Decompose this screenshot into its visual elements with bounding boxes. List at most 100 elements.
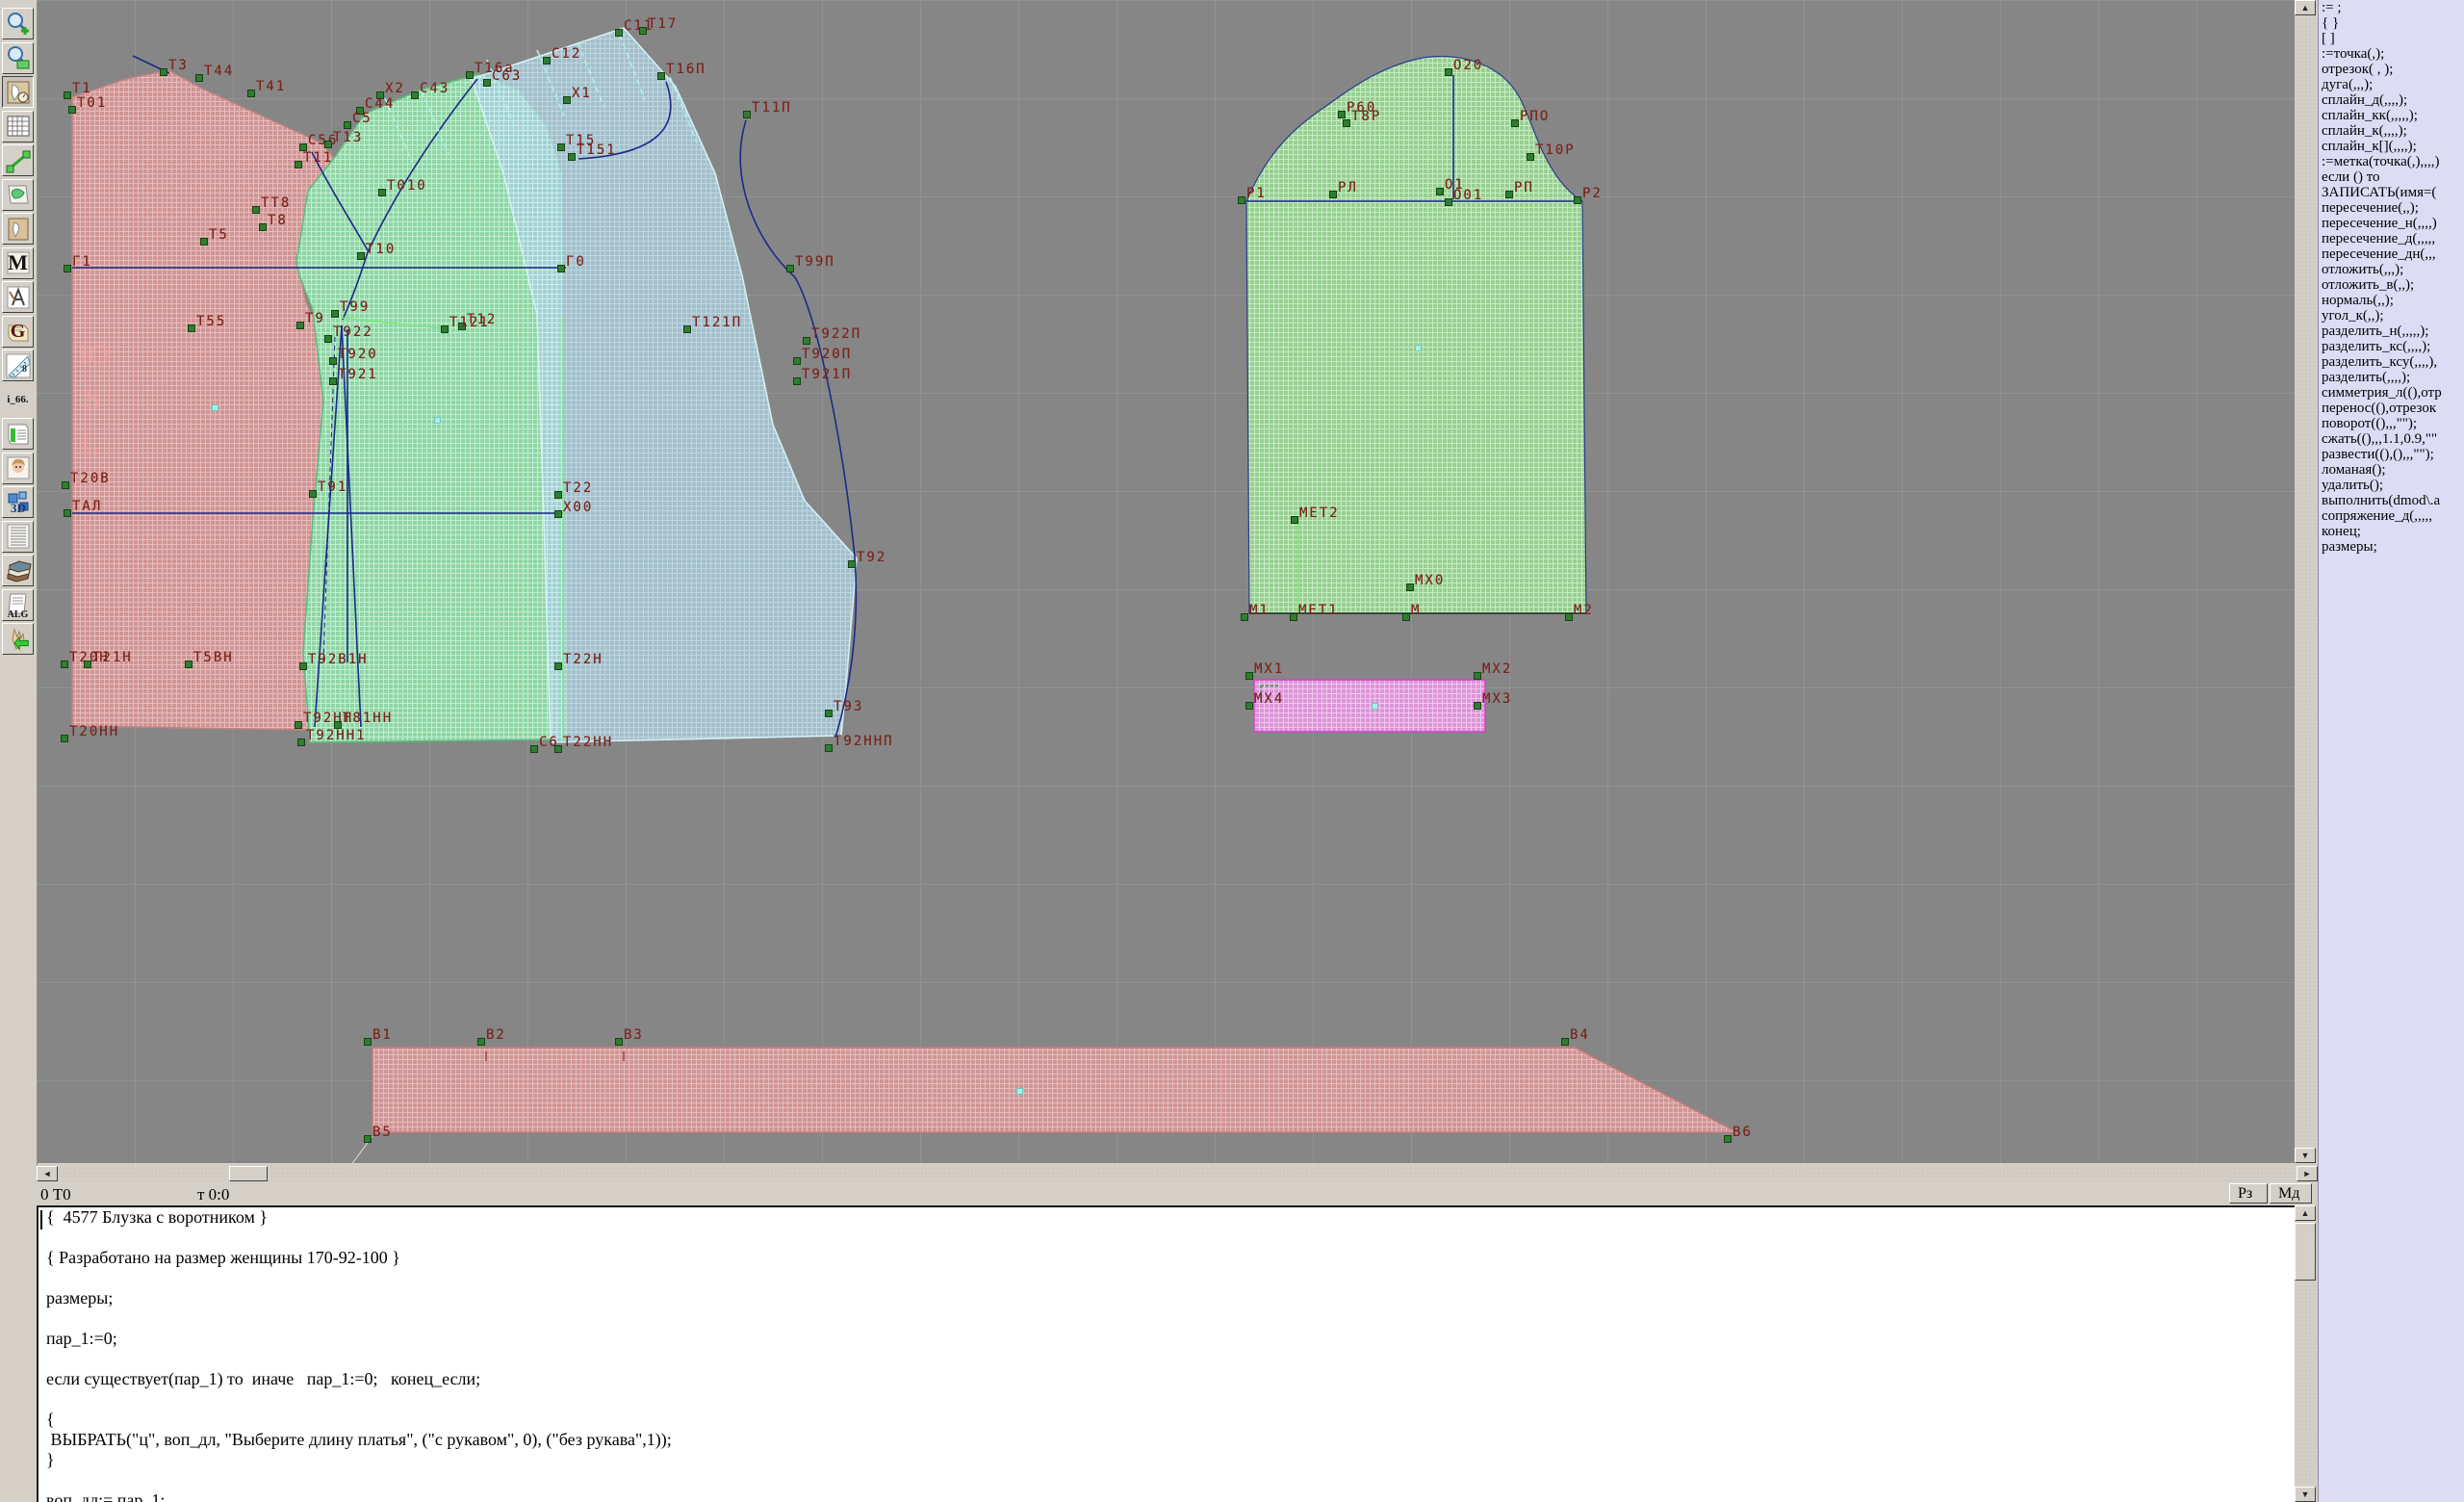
toolbar-pattern-gauge-button[interactable] — [2, 76, 34, 108]
command-item[interactable]: сплайн_д(,,,,); — [2319, 92, 2464, 108]
command-item[interactable]: ЗАПИСАТЬ(имя=( — [2319, 185, 2464, 200]
md-button[interactable]: Мд — [2270, 1183, 2312, 1204]
pattern-point[interactable] — [1343, 119, 1350, 127]
command-item[interactable]: отложить_в(,,); — [2319, 277, 2464, 293]
pattern-point[interactable] — [1291, 516, 1298, 524]
command-item[interactable]: ломаная(); — [2319, 462, 2464, 478]
pattern-point[interactable] — [557, 143, 565, 151]
toolbar-photo-model-button[interactable] — [2, 453, 34, 484]
pattern-point[interactable] — [324, 141, 332, 148]
toolbar-measure-segment-button[interactable] — [2, 144, 34, 176]
pattern-point[interactable] — [1724, 1135, 1732, 1143]
pattern-point[interactable] — [554, 745, 562, 753]
pattern-point[interactable] — [1402, 613, 1410, 621]
command-item[interactable]: развести((),(),,,""); — [2319, 447, 2464, 462]
pattern-point[interactable] — [344, 121, 351, 129]
pattern-point[interactable] — [530, 745, 538, 753]
command-item[interactable]: выполнить(dmod\.a — [2319, 493, 2464, 508]
pattern-point[interactable] — [324, 335, 332, 343]
toolbar-module-m-button[interactable]: M — [2, 247, 34, 279]
command-item[interactable]: перенос((),отрезок — [2319, 401, 2464, 416]
scrollbar-thumb[interactable] — [229, 1166, 268, 1181]
algorithm-editor[interactable]: { 4577 Блузка с воротником }{ Разработан… — [37, 1205, 2295, 1502]
toolbar-drafting-tools-button[interactable] — [2, 281, 34, 313]
command-item[interactable]: { } — [2319, 15, 2464, 31]
pattern-point[interactable] — [1290, 613, 1297, 621]
pattern-point[interactable] — [563, 96, 571, 104]
command-item[interactable]: сжать((),,,1.1,0.9,"" — [2319, 431, 2464, 447]
pattern-point[interactable] — [466, 71, 474, 79]
pattern-point[interactable] — [247, 90, 255, 97]
pattern-point[interactable] — [1238, 196, 1245, 204]
command-item[interactable]: поворот((),,,""); — [2319, 416, 2464, 431]
pattern-point[interactable] — [793, 377, 801, 385]
command-item[interactable]: пересечение(,,); — [2319, 200, 2464, 216]
pattern-point[interactable] — [1574, 196, 1581, 204]
pattern-point[interactable] — [329, 357, 337, 365]
pattern-point[interactable] — [1445, 68, 1452, 76]
pattern-point[interactable] — [331, 310, 339, 318]
scroll-up-button[interactable]: ▲ — [2295, 0, 2316, 15]
command-item[interactable]: отрезок( , ); — [2319, 62, 2464, 77]
pattern-point[interactable] — [786, 265, 794, 272]
pattern-point[interactable] — [296, 322, 304, 329]
pattern-point[interactable] — [683, 325, 691, 333]
pattern-point[interactable] — [411, 91, 419, 99]
pattern-point[interactable] — [378, 189, 386, 196]
pattern-point[interactable] — [825, 710, 833, 717]
command-item[interactable]: если () то — [2319, 169, 2464, 185]
pattern-point[interactable] — [639, 27, 647, 35]
pattern-point[interactable] — [1445, 198, 1452, 206]
pattern-point[interactable] — [357, 252, 365, 260]
pattern-point[interactable] — [554, 510, 562, 518]
command-item[interactable]: пересечение_дн(,,, — [2319, 246, 2464, 262]
drawing-canvas[interactable]: Т1Т01Т3Т44Т41ТТ8Т8Т5Г1Т55Т20ВТАЛТ20НТ21Н… — [37, 0, 2295, 1163]
pattern-point[interactable] — [803, 337, 810, 345]
pattern-point[interactable] — [657, 72, 665, 80]
pattern-point[interactable] — [259, 223, 267, 231]
pattern-point[interactable] — [1406, 583, 1414, 591]
toolbar-alg-document-button[interactable]: ALG — [2, 589, 34, 621]
piece-back-bodice[interactable] — [72, 70, 336, 730]
toolbar-module-g-button[interactable]: G — [2, 316, 34, 348]
pattern-point[interactable] — [1474, 702, 1481, 710]
command-item[interactable]: разделить_н(,,,,,); — [2319, 324, 2464, 339]
pattern-point[interactable] — [64, 91, 71, 99]
pattern-point[interactable] — [295, 721, 302, 729]
pattern-point[interactable] — [295, 161, 302, 168]
command-item[interactable]: размеры; — [2319, 539, 2464, 555]
pattern-point[interactable] — [1505, 191, 1513, 198]
pattern-point[interactable] — [615, 29, 623, 37]
command-item[interactable]: пересечение_д(,,,,, — [2319, 231, 2464, 246]
toolbar-sheet-pattern-button[interactable] — [2, 179, 34, 211]
toolbar-documents-list-button[interactable] — [2, 521, 34, 553]
pattern-point[interactable] — [200, 238, 208, 246]
toolbar-hand-pointer-button[interactable] — [2, 623, 34, 655]
toolbar-zoom-in-button[interactable] — [2, 8, 34, 39]
toolbar-ruler-button[interactable]: 8 — [2, 350, 34, 381]
command-item[interactable]: удалить(); — [2319, 478, 2464, 493]
editor-scroll-up-button[interactable]: ▲ — [2295, 1205, 2316, 1221]
pattern-point[interactable] — [364, 1135, 372, 1143]
piece-collar-strip[interactable] — [372, 1048, 1737, 1132]
pattern-point[interactable] — [64, 509, 71, 517]
piece-cuff[interactable] — [1254, 680, 1485, 732]
rz-button[interactable]: Рз — [2229, 1183, 2268, 1204]
toolbar-books-button[interactable] — [2, 555, 34, 586]
editor-scroll-down-button[interactable]: ▼ — [2295, 1487, 2316, 1502]
pattern-point[interactable] — [1245, 702, 1253, 710]
scroll-left-button[interactable]: ◄ — [37, 1166, 58, 1181]
pattern-point[interactable] — [64, 265, 71, 272]
toolbar-pattern-card-button[interactable] — [2, 213, 34, 245]
toolbar-table-chart-button[interactable] — [2, 418, 34, 450]
pattern-point[interactable] — [615, 1038, 623, 1046]
pattern-point[interactable] — [1511, 119, 1519, 127]
pattern-point[interactable] — [1561, 1038, 1569, 1046]
command-item[interactable]: сплайн_к[](,,,,); — [2319, 139, 2464, 154]
pattern-point[interactable] — [554, 662, 562, 670]
pattern-point[interactable] — [1338, 111, 1346, 118]
command-item[interactable]: отложить(,,,); — [2319, 262, 2464, 277]
canvas-vertical-scrollbar[interactable]: ▲▼ — [2295, 0, 2318, 1163]
pattern-point[interactable] — [1245, 672, 1253, 680]
piece-sleeve[interactable] — [1246, 56, 1586, 613]
